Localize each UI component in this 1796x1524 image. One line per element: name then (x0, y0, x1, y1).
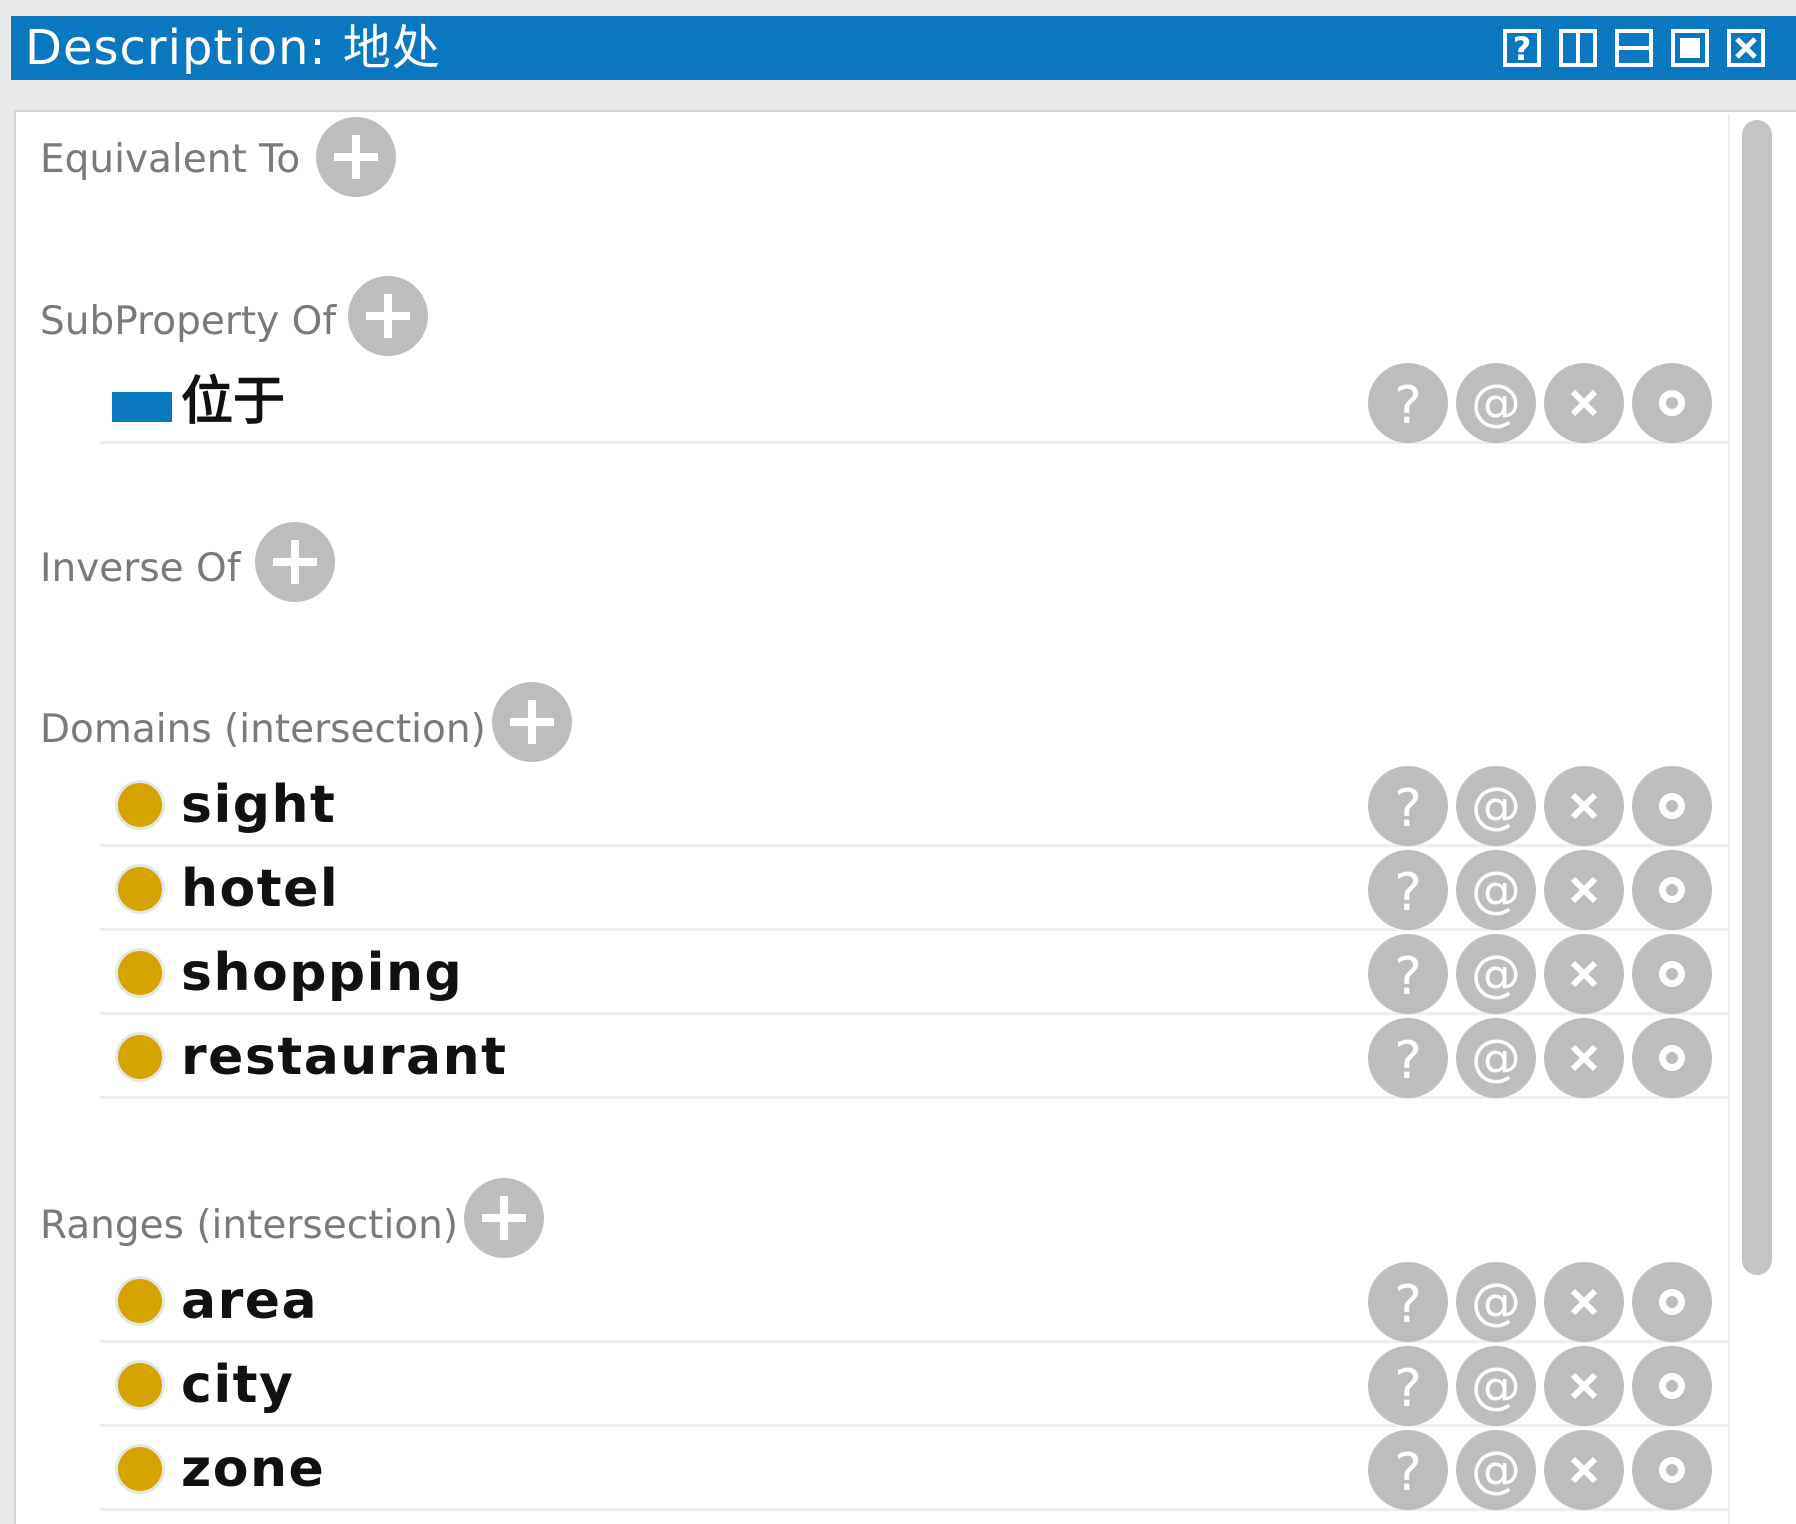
edit-button[interactable] (1632, 1262, 1712, 1342)
add-equivalent-button[interactable] (316, 117, 396, 197)
delete-button[interactable] (1544, 1430, 1624, 1510)
list-item[interactable]: sight ? @ (100, 763, 1728, 847)
class-icon (115, 1444, 165, 1494)
annotate-button[interactable]: @ (1456, 1430, 1536, 1510)
edit-button[interactable] (1632, 766, 1712, 846)
scrollbar-track[interactable] (1728, 115, 1730, 1524)
section-label-domains: Domains (intersection) (40, 707, 486, 752)
add-domain-button[interactable] (492, 682, 572, 762)
explain-button[interactable]: ? (1368, 1430, 1448, 1510)
window-title: Description: 地处 (25, 20, 441, 76)
item-label: restaurant (181, 1027, 508, 1087)
section-label-equivalent-to: Equivalent To (40, 137, 301, 182)
split-horizontal-icon[interactable] (1615, 29, 1653, 67)
delete-button[interactable] (1544, 1262, 1624, 1342)
class-icon (115, 948, 165, 998)
row-actions: ? @ (1368, 1262, 1728, 1342)
description-window: Description: 地处 ? Equivalent To SubPrope… (0, 0, 1796, 1524)
explain-button[interactable]: ? (1368, 1346, 1448, 1426)
row-actions: ? @ (1368, 934, 1728, 1014)
row-actions: ? @ (1368, 1430, 1728, 1510)
delete-button[interactable] (1544, 850, 1624, 930)
edit-button[interactable] (1632, 934, 1712, 1014)
annotate-button[interactable]: @ (1456, 766, 1536, 846)
list-item[interactable]: zone ? @ (100, 1427, 1728, 1511)
list-item[interactable]: shopping ? @ (100, 931, 1728, 1015)
explain-button[interactable]: ? (1368, 934, 1448, 1014)
class-icon (115, 1360, 165, 1410)
section-label-ranges: Ranges (intersection) (40, 1203, 459, 1248)
help-glyph: ? (1512, 30, 1532, 68)
title-bar: Description: 地处 ? (11, 16, 1796, 80)
annotate-button[interactable]: @ (1456, 850, 1536, 930)
explain-button[interactable]: ? (1368, 1262, 1448, 1342)
annotate-button[interactable]: @ (1456, 363, 1536, 443)
list-item[interactable]: 位于 ? @ (100, 360, 1728, 444)
row-actions: ? @ (1368, 766, 1728, 846)
delete-button[interactable] (1544, 934, 1624, 1014)
split-vertical-icon[interactable] (1559, 29, 1597, 67)
item-label: 位于 (181, 372, 286, 432)
class-icon (115, 1032, 165, 1082)
explain-button[interactable]: ? (1368, 766, 1448, 846)
edit-button[interactable] (1632, 1018, 1712, 1098)
row-actions: ? @ (1368, 363, 1728, 443)
add-subproperty-button[interactable] (348, 276, 428, 356)
item-label: sight (181, 775, 337, 835)
edit-button[interactable] (1632, 1346, 1712, 1426)
scrollbar-thumb[interactable] (1742, 120, 1772, 1275)
close-icon[interactable] (1727, 29, 1765, 67)
item-label: zone (181, 1439, 326, 1499)
annotate-button[interactable]: @ (1456, 934, 1536, 1014)
edit-button[interactable] (1632, 363, 1712, 443)
annotate-button[interactable]: @ (1456, 1018, 1536, 1098)
delete-button[interactable] (1544, 363, 1624, 443)
annotate-button[interactable]: @ (1456, 1262, 1536, 1342)
edit-button[interactable] (1632, 1430, 1712, 1510)
delete-button[interactable] (1544, 1346, 1624, 1426)
help-icon[interactable]: ? (1503, 29, 1541, 68)
class-icon (115, 864, 165, 914)
list-item[interactable]: hotel ? @ (100, 847, 1728, 931)
row-actions: ? @ (1368, 1346, 1728, 1426)
list-item[interactable]: city ? @ (100, 1343, 1728, 1427)
delete-button[interactable] (1544, 766, 1624, 846)
row-actions: ? @ (1368, 1018, 1728, 1098)
maximize-icon[interactable] (1671, 29, 1709, 67)
item-label: shopping (181, 943, 464, 1003)
explain-button[interactable]: ? (1368, 1018, 1448, 1098)
section-label-subproperty-of: SubProperty Of (40, 299, 337, 344)
edit-button[interactable] (1632, 850, 1712, 930)
add-inverse-button[interactable] (255, 522, 335, 602)
list-item[interactable]: area ? @ (100, 1259, 1728, 1343)
row-actions: ? @ (1368, 850, 1728, 930)
class-icon (115, 780, 165, 830)
list-item[interactable]: restaurant ? @ (100, 1015, 1728, 1099)
explain-button[interactable]: ? (1368, 363, 1448, 443)
object-property-icon (112, 392, 172, 422)
item-label: area (181, 1271, 319, 1331)
annotate-button[interactable]: @ (1456, 1346, 1536, 1426)
delete-button[interactable] (1544, 1018, 1624, 1098)
class-icon (115, 1276, 165, 1326)
section-label-inverse-of: Inverse Of (40, 546, 241, 591)
explain-button[interactable]: ? (1368, 850, 1448, 930)
item-label: hotel (181, 859, 340, 919)
item-label: city (181, 1355, 295, 1415)
add-range-button[interactable] (464, 1178, 544, 1258)
